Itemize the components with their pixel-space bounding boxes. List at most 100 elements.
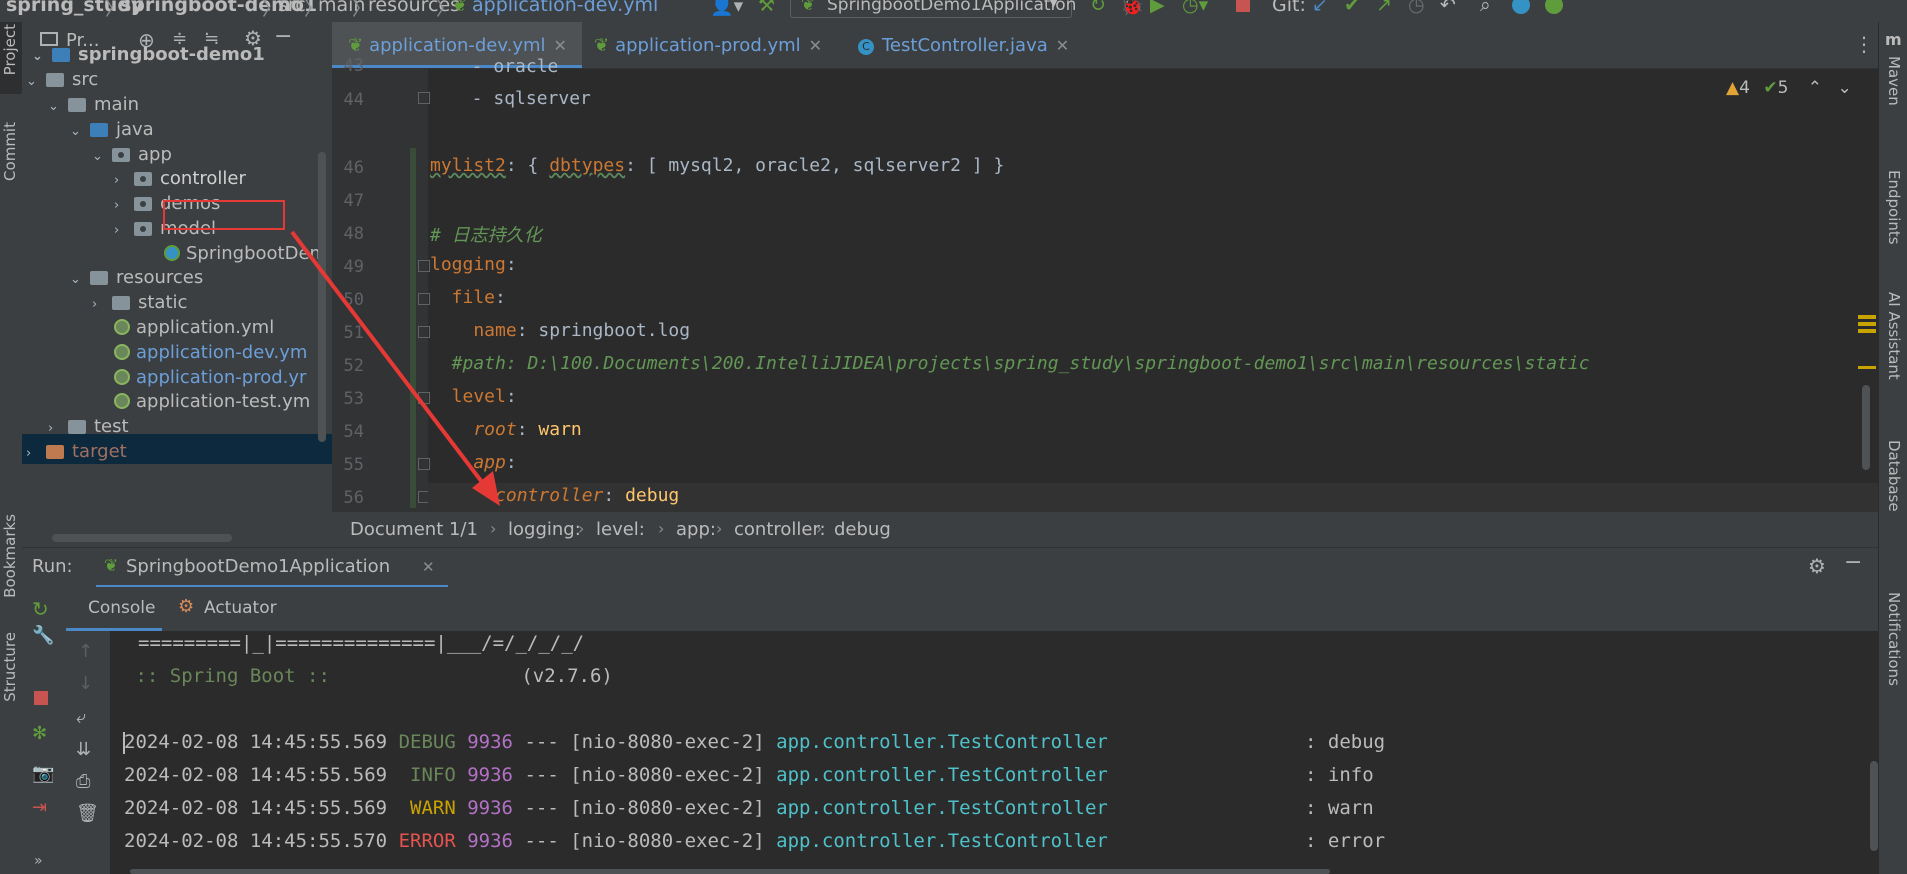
- wrench-icon[interactable]: 🔧: [32, 625, 54, 646]
- yaml-value: debug: [625, 485, 680, 506]
- run-config-tab[interactable]: ❦ SpringbootDemo1Application ✕: [96, 548, 448, 588]
- close-icon[interactable]: ✕: [554, 36, 567, 55]
- git-push-icon[interactable]: ↗: [1376, 0, 1392, 16]
- tab-test-controller[interactable]: C TestController.java ✕: [858, 22, 1069, 68]
- close-icon[interactable]: ✕: [422, 558, 435, 576]
- close-icon[interactable]: ✕: [1056, 36, 1069, 55]
- more-tabs-icon[interactable]: ⋮: [1854, 32, 1874, 56]
- line-number: 49: [343, 257, 364, 277]
- tree-item-target[interactable]: › target: [26, 437, 127, 467]
- soft-wrap-icon[interactable]: ⤶: [76, 707, 86, 728]
- console-scrollbar[interactable]: [1870, 761, 1878, 851]
- debug-bug-icon[interactable]: 🐞: [1120, 0, 1144, 17]
- tab-application-prod[interactable]: ❦ application-prod.yml ✕: [594, 22, 822, 68]
- plugin-icon[interactable]: [1545, 0, 1563, 14]
- path-debug[interactable]: debug: [834, 519, 891, 540]
- breadcrumb-src[interactable]: src: [278, 0, 306, 16]
- yaml-key: name: [430, 320, 517, 341]
- build-hammer-icon[interactable]: ⚒: [758, 0, 775, 16]
- folder-icon: [112, 296, 130, 310]
- maven-tool-label[interactable]: Maven: [1885, 56, 1903, 106]
- log-pid: 9936: [467, 797, 513, 819]
- chevron-down-icon: ⌄: [70, 272, 81, 287]
- log-logger: app.controller.TestController: [776, 797, 1108, 819]
- log-level: ERROR: [398, 830, 456, 852]
- path-logging[interactable]: logging:: [508, 519, 581, 540]
- gear-icon[interactable]: ⚙: [1808, 554, 1826, 578]
- profile-icon[interactable]: ◷▾: [1182, 0, 1208, 16]
- structure-tool-label[interactable]: Structure: [1, 632, 19, 702]
- chevron-down-icon[interactable]: ⌄: [1837, 78, 1851, 98]
- error-stripe-mark[interactable]: [1858, 315, 1876, 319]
- error-stripe-mark[interactable]: [1858, 329, 1876, 333]
- banner-line: =========|_|==============|___/=/_/_/_/: [138, 632, 585, 654]
- chevron-right-icon: ›: [26, 446, 32, 461]
- git-update-icon[interactable]: ↙: [1312, 0, 1328, 16]
- scroll-to-end-icon[interactable]: ⇊: [76, 739, 91, 760]
- git-commit-icon[interactable]: ✔: [1344, 0, 1360, 16]
- close-icon[interactable]: ✕: [809, 36, 822, 55]
- log-logger: app.controller.TestController: [776, 830, 1108, 852]
- inspection-widget[interactable]: ▲4 ✔5 ⌃ ⌄: [1726, 78, 1852, 100]
- chevron-up-icon[interactable]: ⌃: [1808, 78, 1822, 98]
- trash-icon[interactable]: 🗑: [76, 803, 99, 824]
- print-icon[interactable]: ⎙: [76, 771, 90, 792]
- project-hscrollbar[interactable]: [52, 534, 232, 542]
- path-controller[interactable]: controller:: [734, 519, 826, 540]
- console-side-toolbar: ↑ ↓ ⤶ ⇊ ⎙ 🗑: [64, 631, 110, 874]
- camera-icon[interactable]: 📷: [32, 763, 54, 784]
- tab-label: application-prod.yml: [615, 35, 801, 56]
- error-stripe-mark[interactable]: [1858, 322, 1876, 326]
- ai-assistant-tool-label[interactable]: AI Assistant: [1885, 292, 1903, 380]
- rerun-icon[interactable]: ↻: [1090, 0, 1106, 16]
- tab-actuator[interactable]: ⚙ Actuator: [178, 587, 298, 631]
- folder-icon: [46, 73, 64, 87]
- editor-tabs: ❦ application-dev.yml ✕ ❦ application-prod.…: [332, 22, 1878, 69]
- project-scrollbar[interactable]: [318, 152, 326, 442]
- yaml-leaf-icon: [114, 344, 130, 360]
- editor-scrollbar[interactable]: [1862, 385, 1870, 470]
- log-line: 2024-02-08 14:45:55.570 ERROR 9936 --- […: [124, 830, 1385, 852]
- console-hscrollbar[interactable]: [130, 869, 1330, 874]
- left-tool-strip: Project Commit Bookmarks Structure: [0, 22, 23, 874]
- module-folder-icon: [52, 48, 70, 62]
- run-config-select[interactable]: ❦ SpringbootDemo1Application ▼: [790, 0, 1076, 18]
- project-tool-label[interactable]: Project: [1, 24, 19, 75]
- yaml-leaf-icon: ❦: [594, 35, 610, 56]
- rollback-icon[interactable]: ↶: [1440, 0, 1456, 16]
- restart-debug-icon[interactable]: ✻: [32, 723, 47, 744]
- user-icon[interactable]: 👤▾: [710, 0, 743, 17]
- bookmarks-tool-label[interactable]: Bookmarks: [1, 514, 19, 598]
- code-editor[interactable]: [428, 68, 1878, 511]
- tree-item-application-test-yml[interactable]: application-test.ym: [114, 387, 310, 417]
- update-icon[interactable]: [1512, 0, 1530, 14]
- path-app[interactable]: app:: [676, 519, 716, 540]
- tree-item-label: main: [94, 94, 139, 115]
- rerun-icon[interactable]: ↻: [32, 597, 49, 621]
- arrow-up-icon[interactable]: ↑: [78, 641, 93, 662]
- stop-icon[interactable]: [1236, 0, 1250, 12]
- log-line: 2024-02-08 14:45:55.569 INFO 9936 --- [n…: [124, 764, 1374, 786]
- document-indicator[interactable]: Document 1/1: [350, 519, 478, 540]
- path-level[interactable]: level:: [596, 519, 645, 540]
- commit-tool-label[interactable]: Commit: [1, 122, 19, 181]
- exit-icon[interactable]: ⇥: [32, 797, 47, 818]
- endpoints-tool-label[interactable]: Endpoints: [1885, 170, 1903, 245]
- hide-panel-icon[interactable]: −: [1844, 550, 1862, 575]
- notifications-tool-label[interactable]: Notifications: [1885, 592, 1903, 686]
- more-icon[interactable]: »: [34, 853, 43, 869]
- tab-console[interactable]: Console: [66, 587, 162, 631]
- arrow-down-icon[interactable]: ↓: [78, 673, 93, 694]
- database-tool-label[interactable]: Database: [1885, 440, 1903, 512]
- breadcrumb-file[interactable]: application-dev.yml: [472, 0, 658, 16]
- right-tool-strip: m Maven Endpoints AI Assistant Database …: [1878, 22, 1907, 874]
- breadcrumb-separator: ›: [490, 519, 497, 538]
- coverage-icon[interactable]: ▶: [1150, 0, 1165, 16]
- code-line-46: mylist2: { dbtypes: [ mysql2, oracle2, s…: [430, 155, 1004, 176]
- hide-panel-icon[interactable]: −: [274, 24, 292, 49]
- history-icon[interactable]: ◷: [1408, 0, 1425, 16]
- error-stripe-mark[interactable]: [1858, 366, 1876, 369]
- stop-icon[interactable]: [34, 691, 48, 705]
- log-message: : warn: [1305, 797, 1374, 819]
- search-icon[interactable]: ⌕: [1480, 0, 1491, 16]
